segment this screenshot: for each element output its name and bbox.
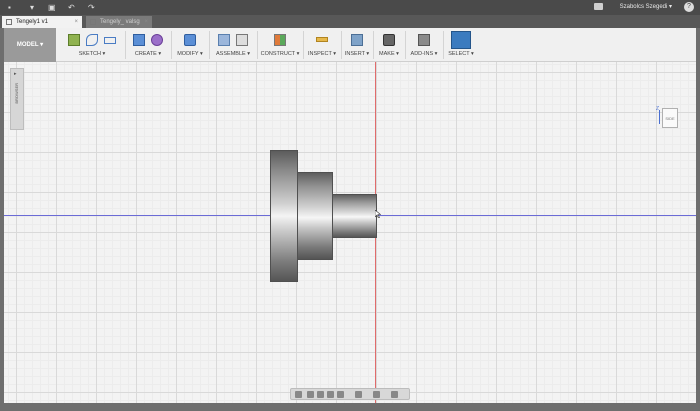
- assemble-menu[interactable]: ASSEMBLE ▾: [210, 51, 256, 57]
- document-tab-strip: Tengely1 v1 × Tengely_ valsg v1 ×: [0, 15, 700, 37]
- document-icon: [90, 19, 96, 25]
- add-ins-group[interactable]: ADD-INS ▾: [406, 28, 442, 62]
- orbit-icon[interactable]: [295, 391, 302, 398]
- z-axis-indicator: [659, 110, 660, 124]
- display-settings-icon[interactable]: [355, 391, 362, 398]
- shaft-small-end[interactable]: [332, 194, 377, 238]
- press-pull-icon[interactable]: [184, 34, 196, 46]
- create-menu[interactable]: CREATE ▾: [126, 51, 170, 57]
- offset-plane-icon[interactable]: [274, 34, 286, 46]
- sketch-menu[interactable]: SKETCH ▾: [60, 51, 124, 57]
- insert-group[interactable]: INSERT ▾: [342, 28, 372, 62]
- rectangle-icon[interactable]: [103, 37, 116, 44]
- 3d-print-icon[interactable]: [383, 34, 395, 46]
- insert-menu[interactable]: INSERT ▾: [342, 51, 372, 57]
- line-icon[interactable]: [86, 34, 98, 46]
- create-sketch-icon[interactable]: [68, 34, 81, 46]
- look-at-icon[interactable]: [307, 391, 314, 398]
- create-group[interactable]: CREATE ▾: [126, 28, 170, 62]
- extrude-icon[interactable]: [133, 34, 146, 46]
- redo-icon[interactable]: ↷: [88, 3, 95, 12]
- inspect-group[interactable]: INSPECT ▾: [304, 28, 340, 62]
- joint-icon[interactable]: [235, 34, 248, 46]
- tab-tengely1[interactable]: Tengely1 v1 ×: [2, 16, 82, 28]
- modify-group[interactable]: MODIFY ▾: [172, 28, 208, 62]
- browser-label: BROWSER: [14, 83, 19, 104]
- close-icon[interactable]: ×: [74, 16, 78, 28]
- add-ins-menu[interactable]: ADD-INS ▾: [406, 51, 442, 57]
- expand-arrow-icon: ▸: [14, 71, 17, 77]
- select-group[interactable]: SELECT ▾: [444, 28, 478, 62]
- undo-icon[interactable]: ↶: [68, 3, 75, 12]
- document-icon: [6, 19, 12, 25]
- insert-image-icon[interactable]: [351, 34, 363, 46]
- make-menu[interactable]: MAKE ▾: [374, 51, 404, 57]
- help-icon[interactable]: ?: [684, 2, 694, 12]
- mouse-cursor-icon: [375, 210, 381, 218]
- view-cube[interactable]: Z SIDE: [656, 106, 682, 130]
- assemble-group[interactable]: ASSEMBLE ▾: [210, 28, 256, 62]
- scripts-icon[interactable]: [418, 34, 430, 46]
- title-bar: ▪ ▾ ▣ ↶ ↷ Szabolcs Szegedi ▾ ?: [0, 0, 700, 15]
- select-icon[interactable]: [451, 31, 471, 49]
- shaft-middle-section[interactable]: [297, 172, 333, 260]
- workspace-switcher[interactable]: MODEL ▾: [4, 28, 56, 62]
- construct-group[interactable]: CONSTRUCT ▾: [258, 28, 302, 62]
- save-icon[interactable]: ▣: [48, 3, 56, 12]
- modify-menu[interactable]: MODIFY ▾: [172, 51, 208, 57]
- select-menu[interactable]: SELECT ▾: [444, 51, 478, 57]
- ribbon-toolbar: MODEL ▾ SKETCH ▾ CREATE ▾ MODIFY ▾ ASSEM…: [4, 28, 696, 62]
- pan-icon[interactable]: [317, 391, 324, 398]
- tab-label: Tengely1 v1: [16, 19, 49, 25]
- construct-menu[interactable]: CONSTRUCT ▾: [258, 51, 302, 57]
- view-cube-face[interactable]: SIDE: [662, 108, 678, 128]
- viewports-icon[interactable]: [391, 391, 398, 398]
- zoom-icon[interactable]: [327, 391, 334, 398]
- grid-settings-icon[interactable]: [373, 391, 380, 398]
- new-component-icon[interactable]: [218, 34, 231, 46]
- inspect-menu[interactable]: INSPECT ▾: [304, 51, 340, 57]
- fit-icon[interactable]: [337, 391, 344, 398]
- user-menu[interactable]: Szabolcs Szegedi ▾: [620, 3, 672, 10]
- chat-icon[interactable]: [594, 3, 603, 10]
- file-menu-icon[interactable]: ▾: [30, 3, 34, 12]
- browser-panel-toggle[interactable]: ▸ BROWSER: [10, 68, 24, 130]
- shaft-large-flange[interactable]: [270, 150, 298, 282]
- app-menu-icon[interactable]: ▪: [8, 3, 11, 12]
- measure-icon[interactable]: [316, 37, 328, 42]
- make-group[interactable]: MAKE ▾: [374, 28, 404, 62]
- navigation-bar: [290, 388, 410, 400]
- sphere-icon[interactable]: [150, 34, 163, 46]
- sketch-group[interactable]: SKETCH ▾: [60, 28, 124, 62]
- close-icon[interactable]: ×: [144, 16, 148, 28]
- tab-tengely-valsg[interactable]: Tengely_ valsg v1 ×: [86, 16, 152, 37]
